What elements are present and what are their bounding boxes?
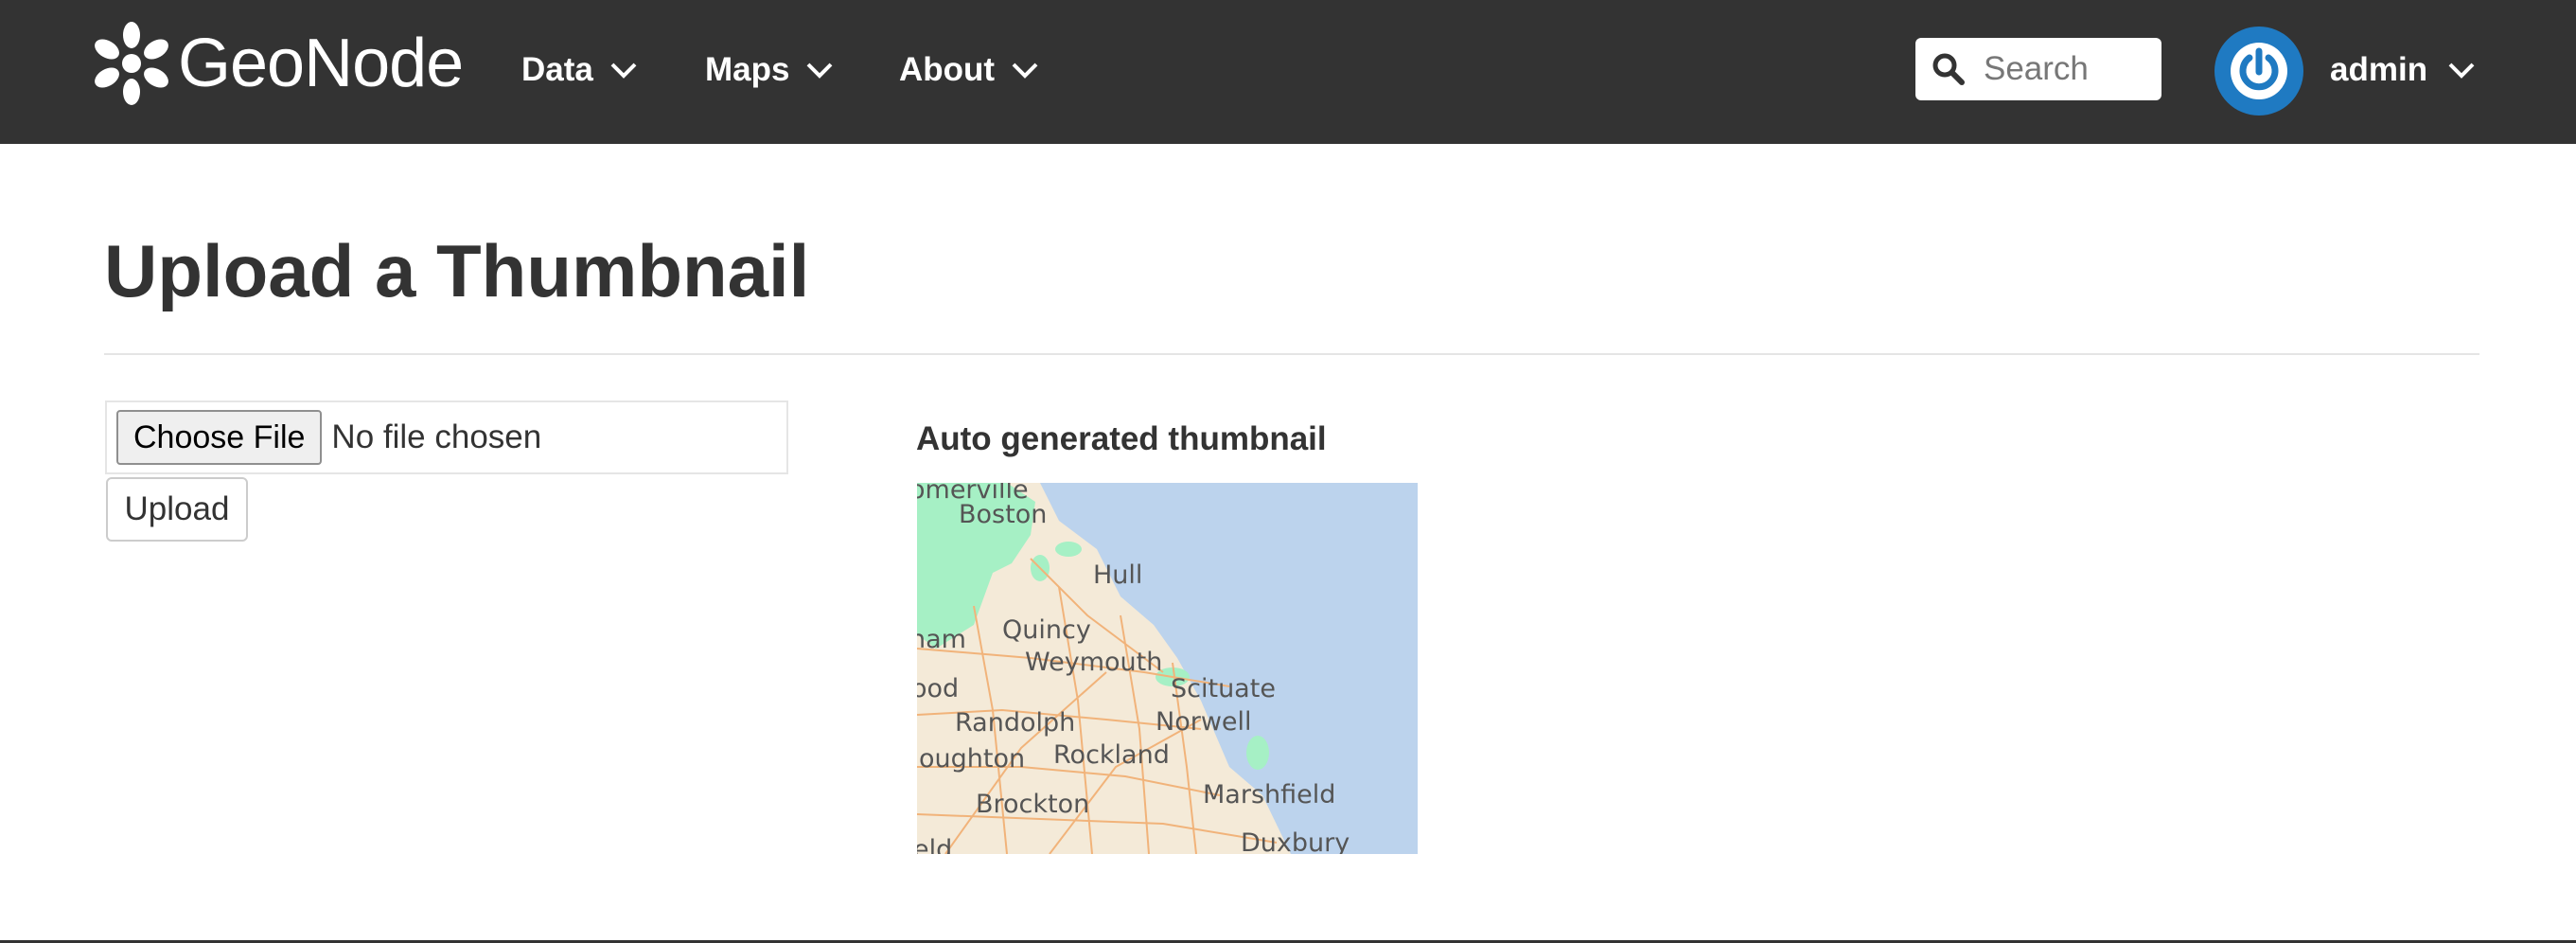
map-label: Weymouth [1025, 648, 1162, 677]
map-label: Brockton [976, 790, 1089, 819]
file-input[interactable]: Choose File No file chosen [105, 400, 788, 474]
map-label: Boston [959, 500, 1047, 529]
map-label: oughton [919, 744, 1025, 774]
map-label: Hull [1093, 560, 1142, 590]
map-label: ham [917, 625, 966, 654]
search-box [1915, 38, 2161, 100]
map-label: Duxbury [1241, 828, 1350, 854]
map-label: Marshfield [1203, 780, 1335, 810]
map-label: Rockland [1053, 740, 1170, 770]
map-label: ood [917, 674, 959, 703]
brand-name: GeoNode [178, 26, 464, 101]
map-label: Norwell [1156, 707, 1252, 737]
auto-generated-thumbnail-map: omerville Boston Hull Quincy Weymouth ha… [917, 483, 1418, 854]
title-divider [104, 353, 2479, 355]
choose-file-button[interactable]: Choose File [116, 410, 323, 465]
user-menu[interactable]: admin [2330, 40, 2475, 100]
chevron-down-icon [610, 62, 637, 79]
search-input[interactable] [1982, 49, 2146, 89]
nav-maps-menu[interactable]: Maps [705, 40, 833, 100]
map-label: Quincy [1002, 615, 1091, 645]
chevron-down-icon [2448, 62, 2475, 79]
file-status-text: No file chosen [331, 418, 542, 455]
map-label: eld [917, 835, 952, 854]
nav-data-label: Data [521, 51, 593, 88]
chevron-down-icon [1012, 62, 1038, 79]
geonode-flower-icon [95, 22, 168, 105]
search-icon [1932, 53, 1965, 85]
map-label: Scituate [1171, 674, 1276, 703]
map-label: Randolph [955, 708, 1075, 738]
nav-data-menu[interactable]: Data [521, 40, 637, 100]
upload-button[interactable]: Upload [106, 477, 248, 542]
avatar[interactable] [2214, 27, 2303, 116]
nav-about-label: About [899, 51, 996, 88]
nav-maps-label: Maps [705, 51, 790, 88]
user-name: admin [2330, 51, 2428, 88]
power-icon [2231, 43, 2287, 99]
page-title: Upload a Thumbnail [104, 229, 810, 312]
brand-logo-link[interactable]: GeoNode [91, 19, 464, 108]
nav-about-menu[interactable]: About [899, 40, 1038, 100]
top-navbar: GeoNode Data Maps About admin [0, 0, 2576, 144]
thumbnail-heading: Auto generated thumbnail [916, 420, 1327, 457]
chevron-down-icon [807, 62, 833, 79]
